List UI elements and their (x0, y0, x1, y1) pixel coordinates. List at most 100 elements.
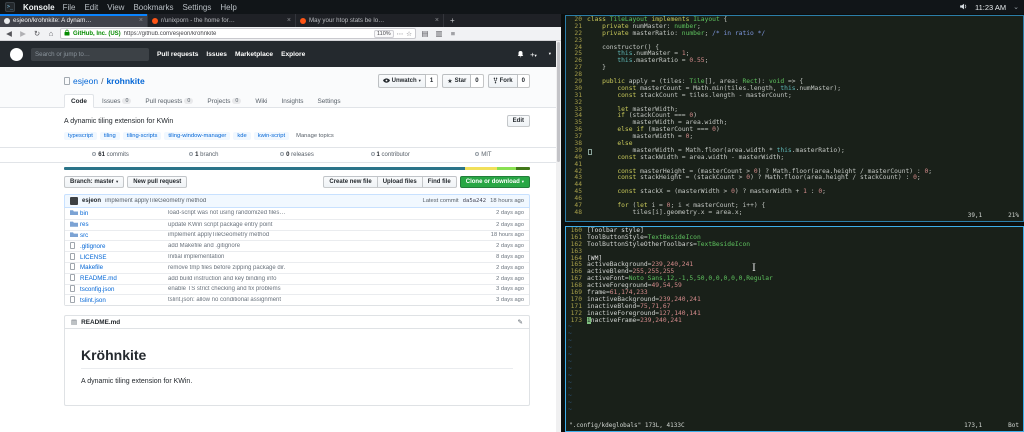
repo-tab-code[interactable]: Code (64, 94, 94, 108)
repo-stat-contributor[interactable]: 1 contributor (344, 152, 437, 158)
commit-message-link[interactable]: update KWin script package entry point (168, 222, 472, 228)
url-text[interactable]: https://github.com/esjeon/krohnkite (124, 31, 371, 37)
file-name-link[interactable]: Makefile (80, 264, 168, 271)
header-nav-marketplace[interactable]: Marketplace (235, 51, 273, 58)
file-name-link[interactable]: tsconfig.json (80, 286, 168, 293)
back-button[interactable]: ◀ (4, 29, 14, 38)
reload-button[interactable]: ↻ (32, 29, 42, 38)
topic-tag[interactable]: tiling-scripts (123, 132, 162, 140)
tab-close-icon[interactable]: × (139, 17, 143, 24)
commit-message-link[interactable]: add Makefile and .gitignore (168, 243, 472, 249)
edit-description-button[interactable]: Edit (507, 115, 530, 127)
topic-tag[interactable]: tiling-window-manager (164, 132, 230, 140)
commit-hash-link[interactable]: da5a242 (463, 198, 487, 204)
home-button[interactable]: ⌂ (46, 29, 56, 38)
repo-tab-insights[interactable]: Insights (275, 95, 309, 107)
repo-tab-projects[interactable]: Projects0 (201, 95, 247, 107)
browser-tab[interactable]: r/unixporn - the home for…× (148, 14, 296, 27)
file-name-link[interactable]: res (80, 221, 168, 228)
browser-tab[interactable]: esjeon/krohnkite: A dynam…× (0, 14, 148, 27)
menu-button[interactable]: ≡ (448, 29, 458, 38)
repo-tab-issues[interactable]: Issues0 (96, 95, 137, 107)
commit-message-link[interactable]: remove tmp files before zipping package … (168, 265, 472, 271)
manage-topics-link[interactable]: Manage topics (296, 133, 334, 139)
commit-message-link[interactable]: implement applyTileGeometry method (105, 198, 418, 204)
repo-stat-branch[interactable]: 1 branch (157, 152, 250, 158)
repo-tab-wiki[interactable]: Wiki (249, 95, 273, 107)
volume-icon[interactable] (959, 2, 968, 13)
tab-close-icon[interactable]: × (287, 17, 291, 24)
page-actions-icon[interactable]: ⋯ (397, 30, 404, 38)
file-name-link[interactable]: .gitignore (80, 243, 168, 250)
header-nav-pull-requests[interactable]: Pull requests (157, 51, 198, 58)
language-segment-typescript[interactable] (64, 167, 465, 170)
file-name-link[interactable]: LICENSE (80, 254, 168, 261)
file-name-link[interactable]: src (80, 232, 168, 239)
commit-message-link[interactable]: tslint.json: allow no conditional assign… (168, 297, 472, 303)
menubar-item-edit[interactable]: Edit (84, 3, 98, 12)
find-file-button[interactable]: Find file (423, 176, 457, 188)
stargazers-count[interactable]: 0 (471, 74, 483, 88)
language-segment-javascript[interactable] (465, 167, 498, 170)
terminal-window-code-editor[interactable]: 20class TileLayout implements ILayout {2… (565, 15, 1024, 222)
edit-readme-icon[interactable]: ✎ (518, 318, 523, 326)
language-segment-makefile[interactable] (516, 167, 530, 170)
clock[interactable]: 11:23 AM (975, 3, 1006, 12)
unwatch-button[interactable]: Unwatch ▾ (378, 74, 426, 88)
language-segment-shell[interactable] (497, 167, 516, 170)
notifications-bell-icon[interactable] (517, 45, 524, 63)
repo-owner-link[interactable]: esjeon (73, 76, 98, 86)
commit-author[interactable]: esjeon (82, 198, 101, 204)
forward-button[interactable]: ▶ (18, 29, 28, 38)
commit-message-link[interactable]: implement applyTileGeometry method (168, 232, 472, 238)
create-new-file-button[interactable]: Create new file (323, 176, 377, 188)
menubar-item-settings[interactable]: Settings (182, 3, 211, 12)
repo-stat-mit[interactable]: MIT (437, 152, 530, 158)
topic-tag[interactable]: typescript (64, 132, 97, 140)
topic-tag[interactable]: tiling (100, 132, 120, 140)
github-search-input[interactable]: Search or jump to… (31, 48, 149, 61)
new-pull-request-button[interactable]: New pull request (127, 176, 187, 188)
repo-tab-settings[interactable]: Settings (311, 95, 346, 107)
upload-files-button[interactable]: Upload files (378, 176, 423, 188)
browser-tab[interactable]: May your htop stats be lo…× (296, 14, 444, 27)
site-identity-label[interactable]: GitHub, Inc. (US) (73, 31, 121, 37)
sidebar-icon[interactable]: ▥ (434, 29, 444, 38)
create-new-icon[interactable]: +▾ (530, 50, 537, 59)
language-bar[interactable] (64, 167, 530, 170)
topic-tag[interactable]: kwin-script (254, 132, 289, 140)
panel-expander-icon[interactable]: ⌄ (1013, 3, 1019, 11)
file-name-link[interactable]: tslint.json (80, 297, 168, 304)
clone-or-download-button[interactable]: Clone or download ▾ (460, 176, 530, 188)
commit-message-link[interactable]: add build instruction and key binding in… (168, 276, 472, 282)
header-nav-issues[interactable]: Issues (206, 51, 227, 58)
terminal-window-config-editor[interactable]: 160[Toolbar style]161ToolButtonStyle=Tex… (565, 226, 1024, 432)
menubar-item-bookmarks[interactable]: Bookmarks (133, 3, 173, 12)
library-icon[interactable]: ▤ (420, 29, 430, 38)
readme-filename[interactable]: README.md (81, 319, 120, 326)
repo-name-link[interactable]: krohnkite (106, 76, 144, 86)
header-nav-explore[interactable]: Explore (281, 51, 305, 58)
commit-message-link[interactable]: enable TS strict checking and fix proble… (168, 286, 472, 292)
menubar-item-help[interactable]: Help (220, 3, 236, 12)
branch-selector[interactable]: Branch: master ▾ (64, 176, 124, 188)
repo-stat-releases[interactable]: 0 releases (250, 152, 343, 158)
commit-message-link[interactable]: Initial implementation (168, 254, 472, 260)
url-bar[interactable]: GitHub, Inc. (US) https://github.com/esj… (60, 28, 416, 39)
file-name-link[interactable]: README.md (80, 275, 168, 282)
scrollbar-thumb[interactable] (557, 42, 560, 162)
file-name-link[interactable]: bin (80, 210, 168, 217)
github-logo-icon[interactable] (10, 48, 23, 61)
menubar-item-file[interactable]: File (63, 3, 76, 12)
topic-tag[interactable]: kde (233, 132, 250, 140)
watchers-count[interactable]: 1 (426, 74, 438, 88)
zoom-indicator[interactable]: 110% (374, 30, 394, 38)
forks-count[interactable]: 0 (518, 74, 530, 88)
star-button[interactable]: ★ Star (442, 74, 471, 88)
commit-author-avatar[interactable] (70, 197, 78, 205)
new-tab-button[interactable]: + (444, 14, 461, 27)
fork-button[interactable]: Fork (488, 74, 518, 88)
bookmark-star-icon[interactable]: ☆ (406, 30, 412, 38)
tab-close-icon[interactable]: × (435, 17, 439, 24)
repo-tab-pull-requests[interactable]: Pull requests0 (139, 95, 199, 107)
